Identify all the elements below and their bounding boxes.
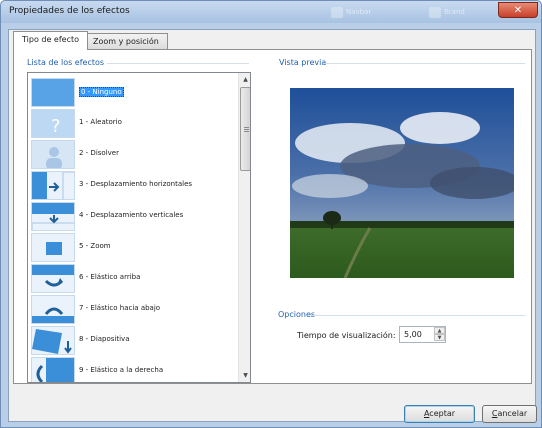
window-title: Propiedades de los efectos [9, 6, 130, 16]
ghost-icon [429, 6, 441, 18]
curved-arrow-right-icon [31, 357, 75, 382]
effect-label: 8 - Diapositiva [79, 335, 130, 343]
display-time-label: Tiempo de visualización: [297, 331, 396, 340]
display-time-stepper[interactable]: 5,00 ▲ ▼ [399, 326, 446, 343]
arrow-right-icon [31, 171, 75, 200]
dialog-window: Propiedades de los efectos Navbar Brand … [0, 0, 542, 428]
landscape-preview-icon [290, 88, 514, 278]
blank-thumb-icon [31, 78, 75, 107]
zoom-square-icon [31, 233, 75, 262]
effect-label: 6 - Elástico arriba [79, 273, 141, 281]
preview-group-label: Vista previa [279, 58, 330, 67]
background-hint-brand: Brand [429, 6, 465, 18]
list-item[interactable]: 5 - Zoom [29, 232, 249, 263]
list-item[interactable]: 4 - Desplazamiento verticales [29, 201, 249, 232]
cancel-button[interactable]: Cancelar [482, 405, 537, 423]
tab-effect-type[interactable]: Tipo de efecto [13, 31, 89, 50]
list-item[interactable]: 0 - Ninguno [29, 77, 249, 108]
preview-image [290, 88, 514, 278]
ghost-icon [331, 6, 343, 18]
list-item[interactable]: ? 1 - Aleatorio [29, 108, 249, 139]
list-item[interactable]: 8 - Diapositiva [29, 325, 249, 356]
accept-button[interactable]: Aceptar [404, 405, 475, 423]
close-icon: ✕ [513, 5, 523, 16]
group-divider [323, 63, 525, 64]
question-mark-icon: ? [31, 109, 75, 138]
effect-label: 7 - Elástico hacia abajo [79, 304, 161, 312]
dissolve-person-icon [31, 140, 75, 169]
effect-label: 4 - Desplazamiento verticales [79, 211, 184, 219]
effect-label: 2 - Disolver [79, 149, 119, 157]
arrow-down-icon [31, 202, 75, 231]
scroll-thumb[interactable] [240, 87, 250, 171]
effects-group-label: Lista de los efectos [27, 58, 108, 67]
effects-scrollbar[interactable]: ▲ ▼ [238, 73, 250, 382]
curved-arrow-down-icon [31, 295, 75, 324]
effects-listbox[interactable]: 0 - Ninguno? 1 - Aleatorio 2 - Disolver 3 -… [27, 72, 251, 383]
list-item[interactable]: 2 - Disolver [29, 139, 249, 170]
effect-label: 0 - Ninguno [79, 87, 124, 97]
scroll-down-icon[interactable]: ▼ [239, 369, 250, 382]
title-bar[interactable]: Propiedades de los efectos Navbar Brand … [1, 1, 541, 23]
list-item[interactable]: 7 - Elástico hacia abajo [29, 294, 249, 325]
spin-up-icon[interactable]: ▲ [434, 327, 445, 334]
group-divider [311, 315, 525, 316]
group-divider [95, 63, 249, 64]
effect-label: 5 - Zoom [79, 242, 111, 250]
background-hint-navbar: Navbar [331, 6, 371, 18]
effect-label: 9 - Elástico a la derecha [79, 366, 164, 374]
list-item[interactable]: 9 - Elástico a la derecha [29, 356, 249, 382]
spin-down-icon[interactable]: ▼ [434, 334, 445, 341]
scroll-up-icon[interactable]: ▲ [239, 73, 250, 86]
display-time-value[interactable]: 5,00 [404, 330, 422, 339]
close-button[interactable]: ✕ [498, 2, 538, 18]
curved-arrow-up-icon [31, 264, 75, 293]
svg-text:?: ? [51, 116, 61, 137]
list-item[interactable]: 6 - Elástico arriba [29, 263, 249, 294]
effect-label: 1 - Aleatorio [79, 118, 122, 126]
effect-label: 3 - Desplazamiento horizontales [79, 180, 193, 188]
slide-icon [31, 326, 75, 355]
list-item[interactable]: 3 - Desplazamiento horizontales [29, 170, 249, 201]
tab-zoom-position[interactable]: Zoom y posición [84, 33, 168, 49]
